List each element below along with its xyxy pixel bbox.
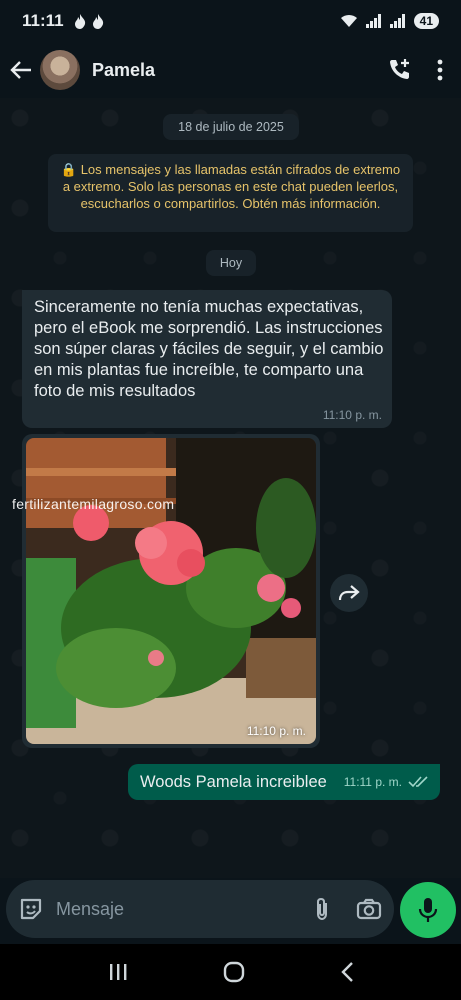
status-bar: 11:11 41 <box>0 0 461 42</box>
message-text: Woods Pamela increiblee <box>140 772 327 791</box>
signal-icon <box>389 14 405 28</box>
sticker-icon[interactable] <box>18 896 44 922</box>
attach-icon[interactable] <box>314 896 330 922</box>
photo-watermark: fertilizantemilagroso.com <box>12 496 175 512</box>
header-actions <box>387 57 443 83</box>
home-icon[interactable] <box>223 961 245 983</box>
encryption-notice[interactable]: 🔒 Los mensajes y las llamadas están cifr… <box>48 154 413 232</box>
message-time: 11:10 p. m. <box>322 408 382 422</box>
system-nav-bar <box>0 944 461 1000</box>
outgoing-message[interactable]: Woods Pamela increiblee 11:11 p. m. <box>128 764 440 800</box>
chat-area[interactable]: 18 de julio de 2025 🔒 Los mensajes y las… <box>0 98 461 878</box>
message-time: 11:11 p. m. <box>343 775 402 789</box>
battery-level: 41 <box>413 13 439 29</box>
contact-name[interactable]: Pamela <box>92 60 155 81</box>
wifi-icon <box>340 14 357 27</box>
date-chip: 18 de julio de 2025 <box>163 114 299 140</box>
avatar[interactable] <box>40 50 80 90</box>
forward-icon <box>338 585 360 601</box>
chat-header: Pamela <box>0 42 461 98</box>
incoming-image-message[interactable]: 11:10 p. m. <box>22 434 320 748</box>
message-meta: 11:11 p. m. <box>344 775 428 789</box>
incoming-message[interactable]: Sinceramente no tenía muchas expectativa… <box>22 290 392 428</box>
notification-icons <box>74 13 104 29</box>
composer-actions <box>314 896 382 922</box>
status-time: 11:11 <box>22 11 64 30</box>
shared-photo[interactable]: 11:10 p. m. <box>26 438 316 744</box>
today-chip: Hoy <box>206 250 256 276</box>
nav-back-icon[interactable] <box>340 961 354 983</box>
message-composer <box>6 880 394 938</box>
recents-icon[interactable] <box>108 963 128 981</box>
add-call-icon[interactable] <box>387 57 413 83</box>
back-button[interactable] <box>2 60 40 80</box>
flame-icon <box>92 13 103 29</box>
message-text: Sinceramente no tenía muchas expectativa… <box>34 298 384 400</box>
message-time: 11:10 p. m. <box>246 724 306 738</box>
more-vert-icon[interactable] <box>437 59 443 81</box>
back-arrow-icon <box>10 61 31 79</box>
system-indicators: 41 <box>340 13 439 29</box>
flame-icon <box>74 13 85 29</box>
mic-icon <box>418 898 438 922</box>
forward-button[interactable] <box>330 574 368 612</box>
message-input[interactable] <box>56 898 276 920</box>
plant-photo-illustration <box>26 438 316 744</box>
voice-message-button[interactable] <box>400 882 456 938</box>
camera-icon[interactable] <box>356 898 382 920</box>
double-check-icon <box>408 776 428 788</box>
signal-icon <box>365 14 381 28</box>
